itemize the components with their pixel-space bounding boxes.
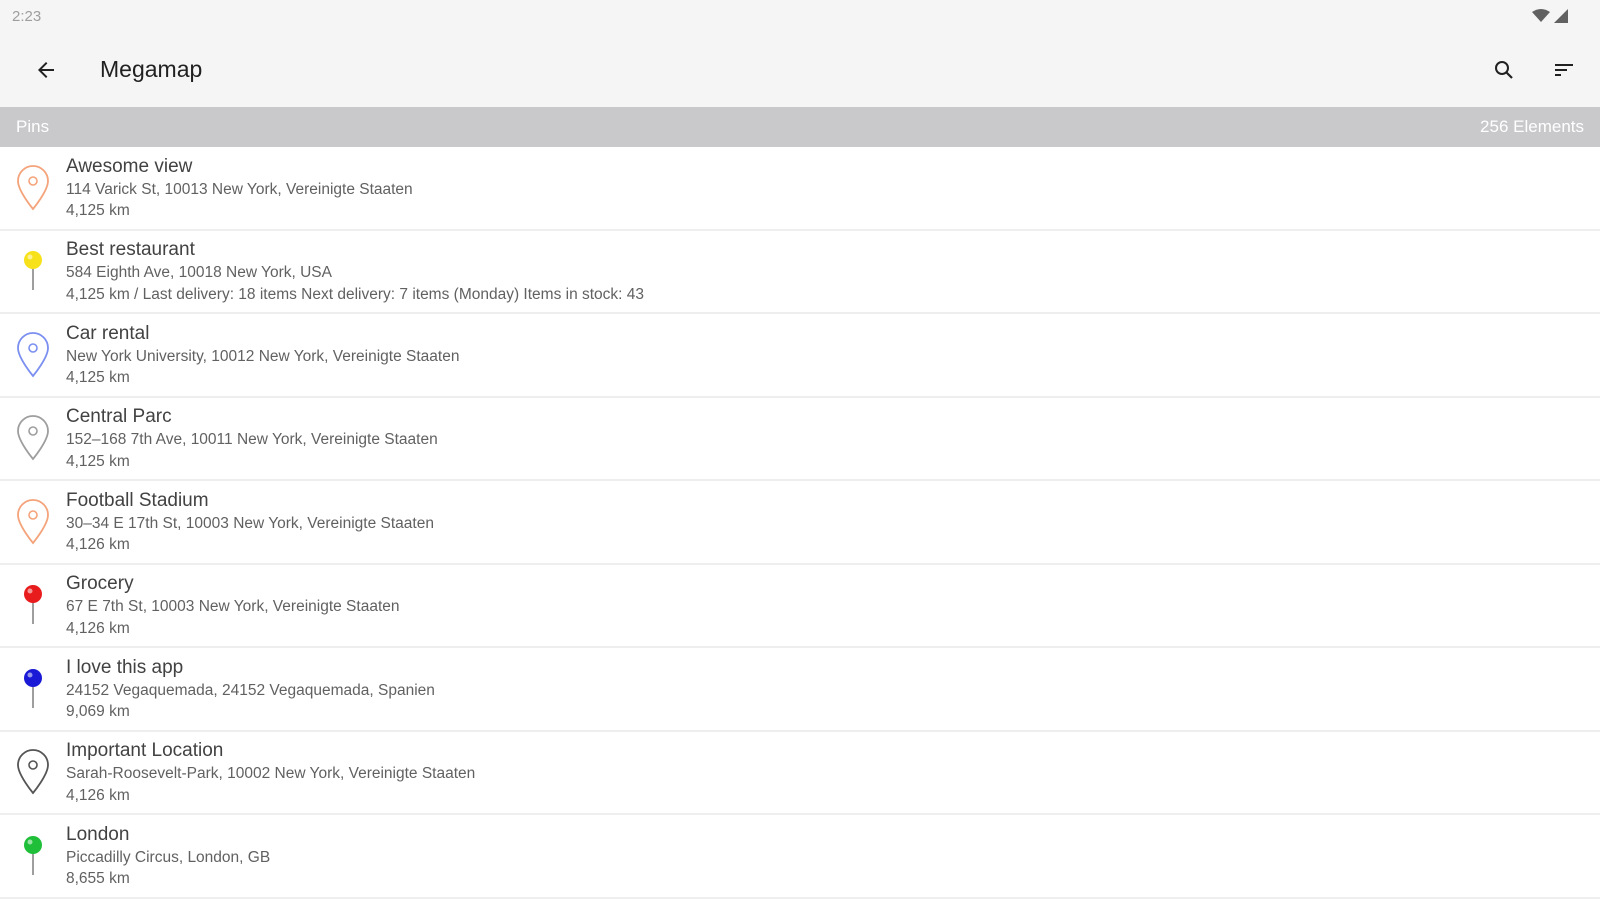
pin-icon-cell [0, 664, 66, 714]
pin-name: Best restaurant [66, 239, 195, 261]
pushpin-icon [24, 251, 42, 291]
page-title: Megamap [100, 56, 203, 82]
map-pin-outline-icon [17, 415, 49, 461]
pin-name: I love this app [66, 656, 184, 678]
pin-address: 30–34 E 17th St, 10003 New York, Vereini… [66, 514, 434, 532]
pin-icon-cell [0, 163, 66, 213]
cell-signal-icon [1554, 9, 1568, 23]
app-bar: Megamap [0, 32, 1600, 107]
map-pin-outline-icon [17, 749, 49, 795]
list-item[interactable]: Awesome view 114 Varick St, 10013 New Yo… [0, 147, 1600, 231]
status-icons [1532, 9, 1568, 23]
pin-distance: 4,126 km [66, 786, 130, 804]
search-icon [1495, 60, 1513, 79]
list-item[interactable]: Car rental New York University, 10012 Ne… [0, 314, 1600, 398]
map-pin-outline-icon [17, 498, 49, 545]
section-label: Pins [16, 117, 50, 136]
list-item[interactable]: Central Parc 152–168 7th Ave, 10011 New … [0, 398, 1600, 481]
pin-name: London [66, 823, 130, 845]
pin-address: Sarah-Roosevelt-Park, 10002 New York, Ve… [66, 765, 476, 783]
pin-icon-cell [0, 246, 66, 296]
pin-distance: 8,655 km [66, 870, 130, 888]
pin-distance: 4,125 km / Last delivery: 18 items Next … [66, 285, 645, 303]
pushpin-icon [24, 668, 42, 708]
pin-name: Important Location [66, 740, 224, 762]
pin-list: Awesome view 114 Varick St, 10013 New Yo… [0, 147, 1600, 899]
pin-distance: 4,125 km [66, 202, 130, 220]
section-header: Pins 256 Elements [0, 107, 1600, 147]
pin-address: 24152 Vegaquemada, 24152 Vegaquemada, Sp… [66, 681, 435, 699]
pin-address: Piccadilly Circus, London, GB [66, 848, 271, 866]
list-item[interactable]: London Piccadilly Circus, London, GB 8,6… [0, 815, 1600, 899]
pin-distance: 4,125 km [66, 452, 130, 470]
pin-name: Awesome view [66, 155, 193, 177]
pin-address: 584 Eighth Ave, 10018 New York, USA [66, 264, 332, 282]
pin-name: Car rental [66, 322, 150, 344]
list-item[interactable]: Football Stadium 30–34 E 17th St, 10003 … [0, 481, 1600, 565]
list-item[interactable]: Best restaurant 584 Eighth Ave, 10018 Ne… [0, 231, 1600, 314]
status-bar: 2:23 [0, 0, 1600, 32]
map-pin-outline-icon [17, 164, 49, 211]
pin-icon-cell [0, 580, 66, 630]
pin-distance: 4,126 km [66, 619, 130, 637]
list-item[interactable]: Grocery 67 E 7th St, 10003 New York, Ver… [0, 565, 1600, 648]
arrow-back-icon [38, 61, 54, 78]
wifi-icon [1532, 9, 1550, 22]
pin-distance: 4,126 km [66, 536, 130, 554]
sort-icon [1555, 63, 1573, 76]
pin-distance: 9,069 km [66, 703, 130, 721]
pin-icon-cell [0, 497, 66, 547]
list-item[interactable]: I love this app 24152 Vegaquemada, 24152… [0, 648, 1600, 732]
sort-button[interactable] [1540, 46, 1588, 94]
pin-name: Football Stadium [66, 489, 209, 511]
map-pin-outline-icon [17, 331, 49, 378]
back-button[interactable] [22, 46, 70, 94]
pushpin-icon [24, 835, 42, 875]
pin-address: 152–168 7th Ave, 10011 New York, Vereini… [66, 431, 438, 449]
pin-name: Grocery [66, 573, 134, 595]
status-time: 2:23 [12, 7, 42, 25]
pin-name: Central Parc [66, 406, 172, 428]
pushpin-icon [24, 585, 42, 625]
pin-address: New York University, 10012 New York, Ver… [66, 347, 460, 365]
element-count: 256 Elements [1480, 117, 1584, 136]
pin-distance: 4,125 km [66, 369, 130, 387]
pin-address: 67 E 7th St, 10003 New York, Vereinigte … [66, 598, 400, 616]
pin-icon-cell [0, 831, 66, 881]
pin-icon-cell [0, 330, 66, 380]
search-button[interactable] [1480, 46, 1528, 94]
pin-address: 114 Varick St, 10013 New York, Vereinigt… [66, 180, 413, 198]
list-item[interactable]: Important Location Sarah-Roosevelt-Park,… [0, 732, 1600, 815]
pin-icon-cell [0, 413, 66, 463]
pin-icon-cell [0, 747, 66, 797]
